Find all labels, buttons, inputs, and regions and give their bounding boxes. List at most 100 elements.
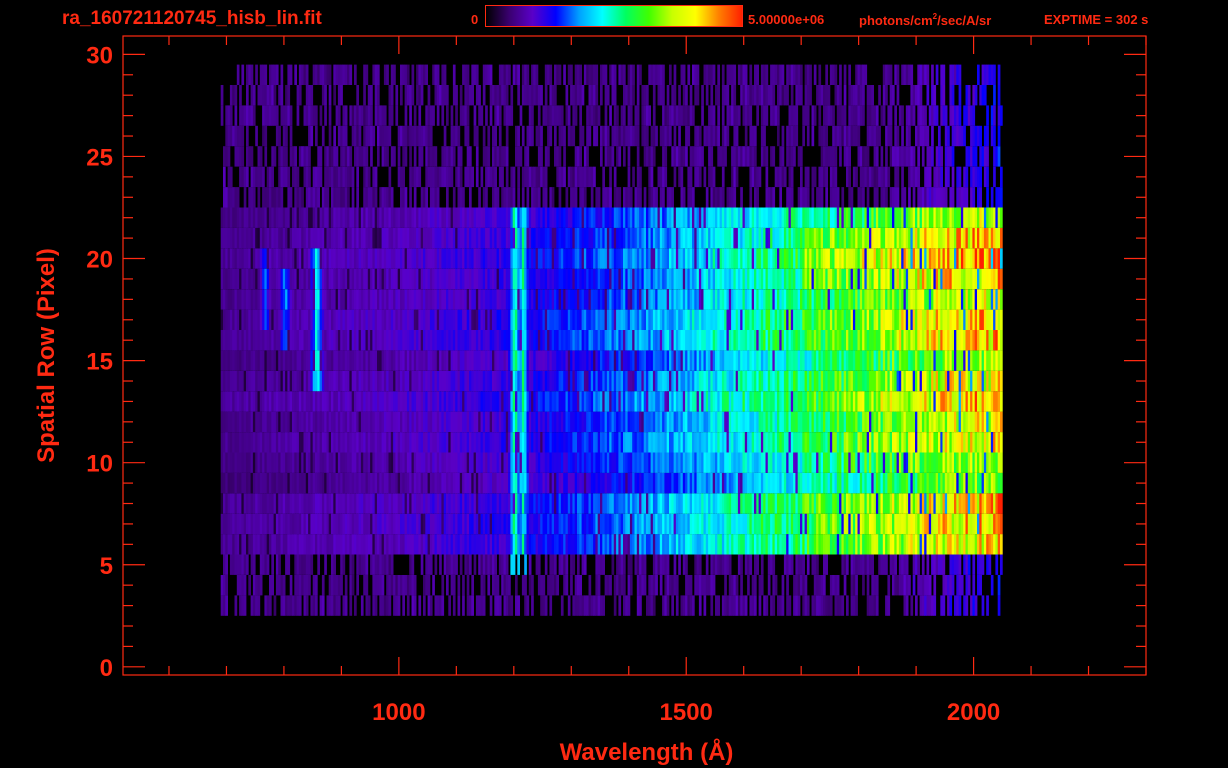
heatmap-cell (970, 472, 973, 494)
heatmap-cell (597, 493, 601, 514)
heatmap-cell (680, 391, 684, 412)
heatmap-cell (666, 493, 670, 514)
heatmap-cell (549, 534, 553, 555)
heatmap-cell (931, 452, 934, 473)
heatmap-cell (926, 534, 930, 555)
heatmap-cell (570, 575, 573, 596)
heatmap-cell (781, 391, 785, 412)
heatmap-cell (402, 289, 405, 310)
heatmap-cell (873, 330, 877, 351)
heatmap-cell (459, 411, 463, 432)
heatmap-cell (763, 595, 766, 616)
heatmap-cell (305, 370, 309, 392)
heatmap-cell (802, 554, 805, 575)
heatmap-cell (949, 575, 953, 596)
heatmap-cell (324, 554, 327, 575)
heatmap-cell (358, 289, 362, 310)
heatmap-cell (360, 411, 364, 432)
heatmap-cell (758, 432, 762, 453)
heatmap-cell (646, 432, 649, 453)
heatmap-cell (390, 330, 394, 351)
heatmap-cell (505, 472, 509, 494)
heatmap-cell (425, 432, 428, 453)
heatmap-cell (406, 330, 410, 351)
heatmap-cell (754, 350, 757, 371)
heatmap-cell (852, 432, 856, 453)
heatmap-cell (597, 309, 601, 330)
heatmap-cell (565, 472, 569, 494)
heatmap-cell (935, 330, 939, 351)
heatmap-cell (696, 370, 700, 392)
heatmap-cell (347, 350, 350, 371)
heatmap-cell (818, 432, 822, 453)
heatmap-cell (609, 472, 612, 494)
heatmap-cell (374, 575, 378, 596)
heatmap-cell (347, 411, 350, 432)
heatmap-cell (852, 370, 856, 392)
heatmap-cell (979, 330, 982, 351)
heatmap-cell (703, 493, 707, 514)
heatmap-cell (995, 554, 999, 575)
heatmap-cell (492, 411, 495, 432)
heatmap-cell (448, 513, 451, 535)
heatmap-cell (871, 534, 874, 555)
heatmap-cell (715, 472, 718, 494)
heatmap-cell (655, 330, 658, 351)
heatmap-cell (292, 595, 295, 616)
heatmap-cell (556, 309, 559, 330)
heatmap-cell (816, 289, 819, 310)
heatmap-cell (616, 534, 619, 555)
heatmap-cell (597, 330, 601, 351)
heatmap-cell (262, 370, 265, 392)
heatmap-cell (760, 370, 764, 392)
heatmap-cell (386, 309, 389, 330)
heatmap-cell (229, 350, 233, 371)
heatmap-cell (981, 554, 985, 575)
heatmap-cell (954, 534, 957, 555)
heatmap-cell (229, 391, 233, 412)
heatmap-cell (466, 554, 470, 575)
heatmap-cell (800, 411, 803, 432)
heatmap-cell (379, 452, 382, 473)
heatmap-cell (588, 595, 592, 616)
heatmap-cell (544, 493, 548, 514)
heatmap-cell (827, 391, 831, 412)
heatmap-cell (496, 289, 500, 310)
heatmap-cell (413, 350, 417, 371)
heatmap-cell (834, 350, 838, 371)
heatmap-cell (301, 513, 304, 535)
heatmap-cell (749, 452, 753, 473)
heatmap-cell (747, 575, 750, 596)
heatmap-cell (627, 350, 631, 371)
heatmap-cell (823, 595, 826, 616)
heatmap-cell (344, 330, 348, 351)
heatmap-cell (878, 391, 881, 412)
heatmap-cell (687, 493, 691, 514)
heatmap-cell (269, 595, 272, 616)
heatmap-cell (457, 452, 461, 473)
heatmap-cell (404, 289, 408, 310)
heatmap-cell (841, 330, 845, 351)
heatmap-cell (875, 370, 879, 392)
heatmap-cell (248, 432, 251, 453)
heatmap-cell (846, 309, 849, 330)
heatmap-cell (462, 595, 465, 616)
heatmap-cell (494, 595, 497, 616)
heatmap-cell (986, 330, 989, 351)
heatmap-cell (285, 513, 288, 535)
heatmap-cell (280, 472, 284, 494)
heatmap-cell (305, 472, 309, 494)
heatmap-cell (786, 370, 789, 392)
heatmap-cell (457, 370, 461, 392)
heatmap-cell (434, 554, 438, 575)
heatmap-cell (846, 432, 849, 453)
heatmap-cell (756, 411, 759, 432)
heatmap-cell (335, 330, 339, 351)
heatmap-cell (820, 513, 824, 535)
heatmap-cell (931, 411, 934, 432)
heatmap-cell (259, 432, 263, 453)
heatmap-cell (377, 289, 380, 310)
heatmap-cell (473, 370, 477, 392)
heatmap-cell (512, 513, 516, 535)
heatmap-cell (560, 513, 564, 535)
